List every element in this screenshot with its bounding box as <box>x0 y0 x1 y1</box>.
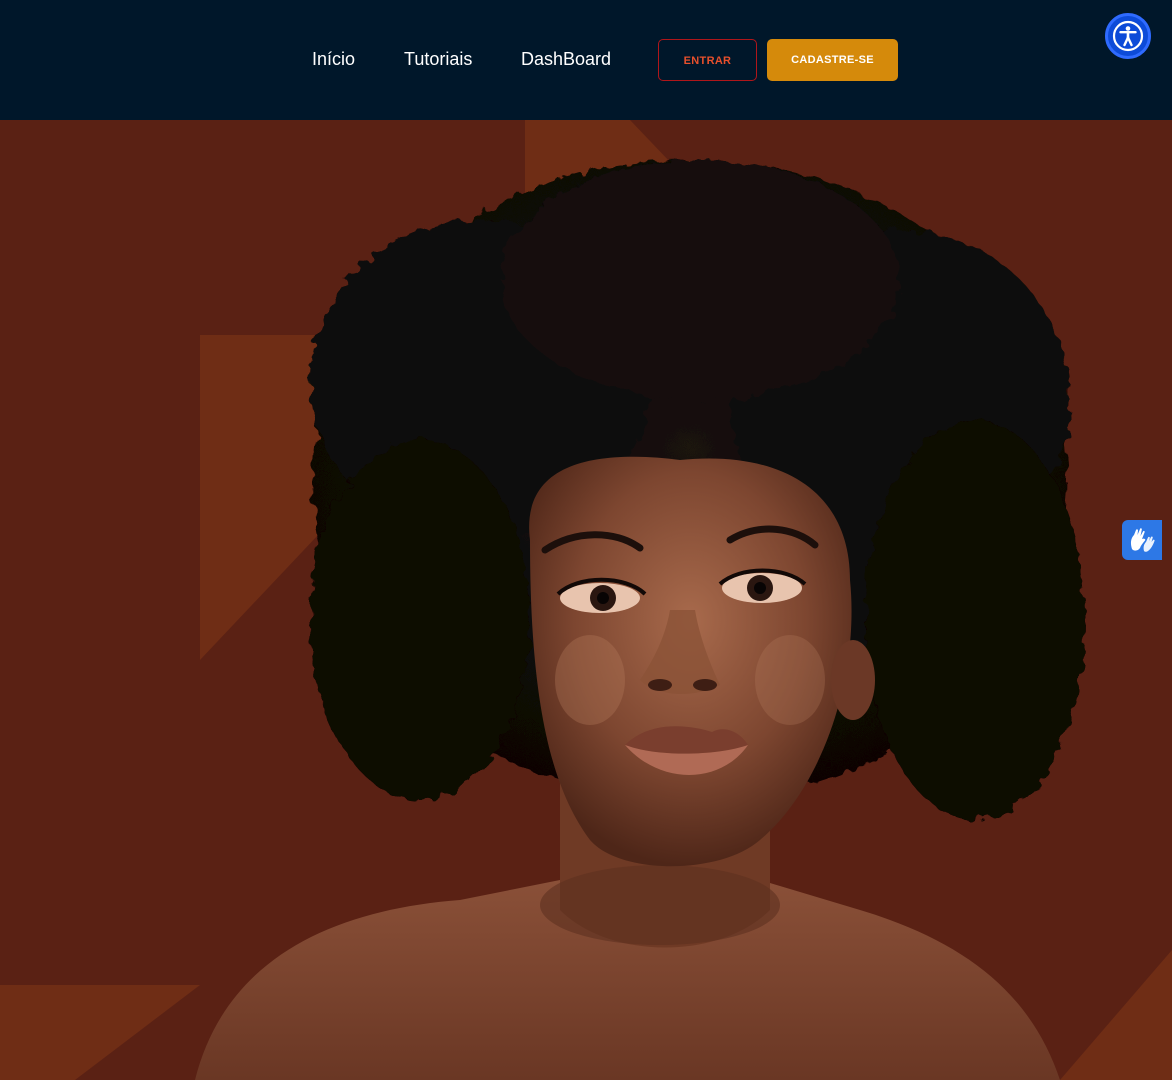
sign-language-widget-button[interactable] <box>1122 520 1162 560</box>
accessibility-button[interactable] <box>1105 13 1151 59</box>
nav-link-dashboard[interactable]: DashBoard <box>521 38 611 82</box>
main-nav: Início Tutoriais DashBoard ENTRAR CADAST… <box>0 38 1172 82</box>
nav-link-inicio[interactable]: Início <box>312 38 355 82</box>
sign-language-hands-icon <box>1130 528 1155 552</box>
hero-section <box>0 120 1172 1080</box>
site-header: Início Tutoriais DashBoard ENTRAR CADAST… <box>0 0 1172 120</box>
nav-link-tutoriais[interactable]: Tutoriais <box>404 38 472 82</box>
page: Início Tutoriais DashBoard ENTRAR CADAST… <box>0 0 1172 1080</box>
login-button[interactable]: ENTRAR <box>658 39 757 81</box>
signup-button[interactable]: CADASTRE-SE <box>767 39 898 81</box>
hero-portrait-illustration <box>0 120 1172 1080</box>
accessibility-icon <box>1112 20 1144 52</box>
